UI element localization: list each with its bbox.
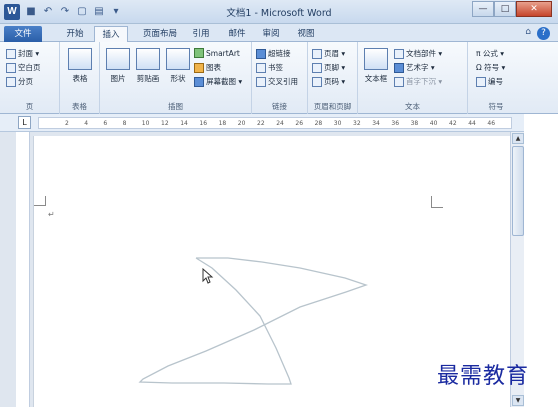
scroll-up-button[interactable]: ▲ (512, 133, 524, 144)
watermark-text: 最需教育 (437, 364, 530, 389)
mouse-pointer-icon (202, 268, 214, 284)
right-margin-area (524, 114, 558, 407)
scroll-down-button[interactable]: ▼ (512, 395, 524, 406)
scribble-line[interactable] (138, 257, 369, 385)
scroll-thumb[interactable] (512, 146, 524, 236)
freeform-drawing[interactable] (0, 0, 558, 407)
